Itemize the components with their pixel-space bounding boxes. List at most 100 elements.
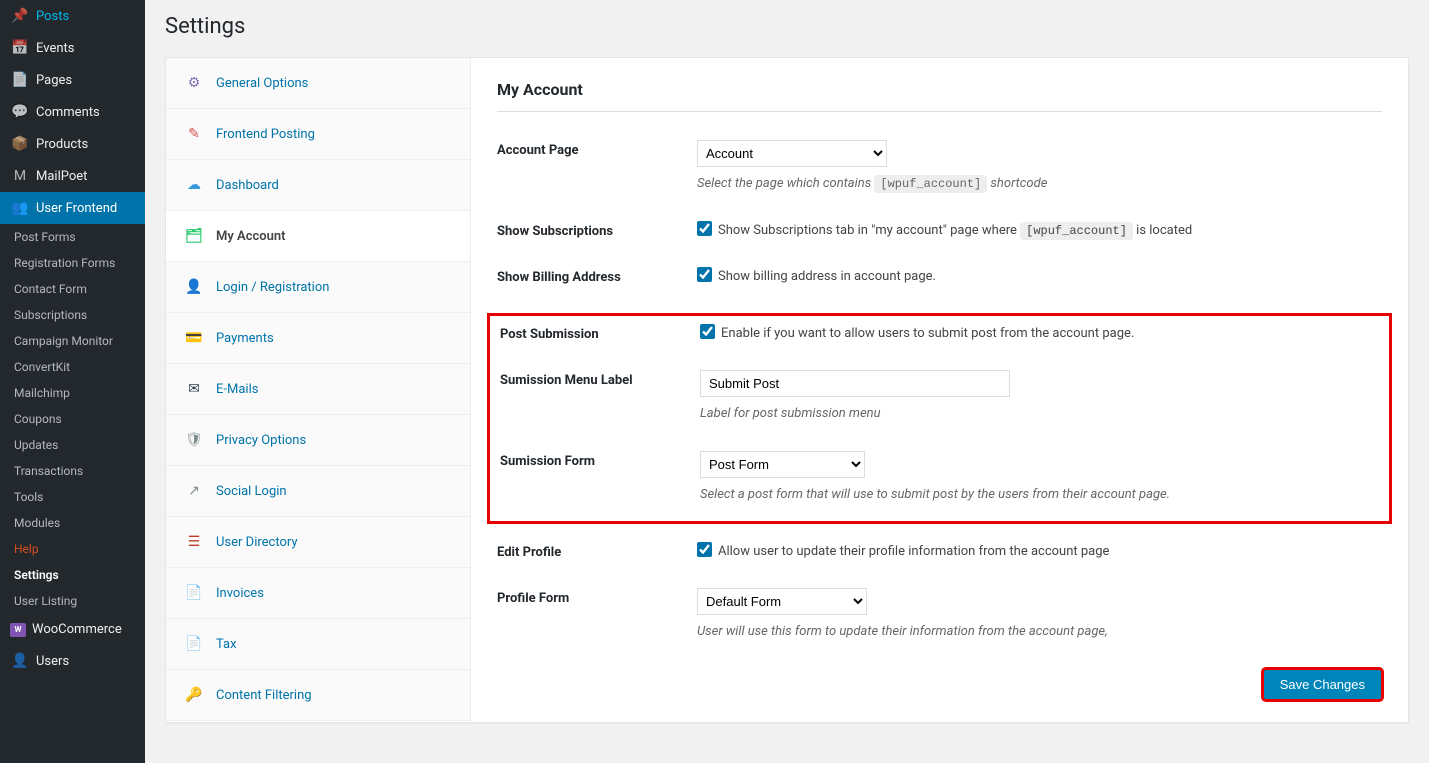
share-icon: ↗: [184, 483, 204, 499]
highlighted-section: Post Submission Enable if you want to al…: [487, 313, 1392, 523]
tab-label: General Options: [216, 76, 308, 91]
calendar-icon: 📅: [10, 40, 30, 56]
admin-sub-settings[interactable]: Settings: [0, 562, 145, 588]
file-icon: 📄: [184, 585, 204, 601]
tab-tax[interactable]: 📄Tax: [166, 619, 470, 670]
admin-sub-modules[interactable]: Modules: [0, 510, 145, 536]
admin-sidebar: 📌 Posts 📅 Events 📄Pages 💬 Comments 📦 Product…: [0, 0, 145, 763]
tab-label: Content Filtering: [216, 688, 312, 703]
user-icon: 👤: [184, 279, 204, 295]
section-title: My Account: [497, 80, 1382, 112]
admin-sub-help[interactable]: Help: [0, 536, 145, 562]
admin-menu-label: MailPoet: [36, 169, 87, 184]
tab-dashboard[interactable]: ☁ Dashboard: [166, 160, 470, 211]
submission-form-select[interactable]: Post Form: [700, 451, 865, 478]
admin-sub-campaign-monitor[interactable]: Campaign Monitor: [0, 328, 145, 354]
row-profile-form: Profile Form Default Form User will use …: [497, 588, 1382, 641]
show-subscriptions-checkbox[interactable]: [697, 221, 712, 236]
dashboard-icon: ☁: [184, 177, 204, 193]
shield-icon: 🛡: [184, 432, 204, 448]
profile-form-select[interactable]: Default Form: [697, 588, 867, 615]
admin-sub-convertkit[interactable]: ConvertKit: [0, 354, 145, 380]
tab-my-account[interactable]: 🗂My Account: [166, 211, 470, 262]
users-icon: 👤: [10, 653, 30, 669]
label-edit-profile: Edit Profile: [497, 542, 697, 560]
admin-menu-woocommerce[interactable]: WWooCommerce: [0, 614, 145, 645]
tab-label: E-Mails: [216, 382, 258, 397]
tab-privacy-options[interactable]: 🛡 Privacy Options: [166, 415, 470, 466]
edit-profile-checkbox[interactable]: [697, 542, 712, 557]
form-area: My Account Account Page Account Select t…: [471, 58, 1408, 722]
credit-card-icon: 💳: [184, 330, 204, 346]
tab-label: Privacy Options: [216, 433, 306, 448]
show-billing-label[interactable]: Show billing address in account page.: [697, 269, 936, 284]
code-shortcode: [wpuf_account]: [874, 175, 987, 193]
box-icon: 📦: [10, 136, 30, 152]
page-title: Settings: [165, 0, 1409, 57]
pin-icon: 📌: [10, 8, 30, 24]
tab-user-directory[interactable]: ☰ User Directory: [166, 517, 470, 568]
tab-login-registration[interactable]: 👤Login / Registration: [166, 262, 470, 313]
settings-tabs: ⚙General Options ✎ Frontend Posting ☁ Dash…: [166, 58, 471, 722]
tab-label: Dashboard: [216, 178, 279, 193]
mailpoet-icon: M: [10, 168, 30, 184]
admin-menu-products[interactable]: 📦 Products: [0, 128, 145, 160]
admin-menu-comments[interactable]: 💬 Comments: [0, 96, 145, 128]
tab-content-filtering[interactable]: 🔑 Content Filtering: [166, 670, 470, 721]
admin-menu-events[interactable]: 📅 Events: [0, 32, 145, 64]
admin-menu-label: Events: [36, 41, 74, 56]
post-submission-label[interactable]: Enable if you want to allow users to sub…: [700, 326, 1134, 341]
list-icon: ☰: [184, 534, 204, 550]
key-icon: 🔑: [184, 687, 204, 703]
admin-menu-users[interactable]: 👤Users: [0, 645, 145, 677]
admin-menu-mailpoet[interactable]: M MailPoet: [0, 160, 145, 192]
comment-icon: 💬: [10, 104, 30, 120]
submission-menu-label-desc: Label for post submission menu: [700, 405, 1379, 423]
tab-label: Frontend Posting: [216, 127, 315, 142]
tab-invoices[interactable]: 📄Invoices: [166, 568, 470, 619]
admin-sub-transactions[interactable]: Transactions: [0, 458, 145, 484]
tab-general-options[interactable]: ⚙General Options: [166, 58, 470, 109]
edit-icon: ✎: [184, 126, 204, 142]
row-account-page: Account Page Account Select the page whi…: [497, 140, 1382, 193]
admin-menu-pages[interactable]: 📄Pages: [0, 64, 145, 96]
show-subscriptions-label[interactable]: Show Subscriptions tab in "my account" p…: [697, 223, 1192, 238]
admin-sub-contact-form[interactable]: Contact Form: [0, 276, 145, 302]
admin-menu-label: Products: [36, 137, 88, 152]
code-shortcode: [wpuf_account]: [1020, 222, 1133, 240]
edit-profile-label[interactable]: Allow user to update their profile infor…: [697, 544, 1109, 559]
admin-sub-coupons[interactable]: Coupons: [0, 406, 145, 432]
label-profile-form: Profile Form: [497, 588, 697, 606]
submission-menu-label-input[interactable]: [700, 370, 1010, 397]
account-page-select[interactable]: Account: [697, 140, 887, 167]
admin-sub-updates[interactable]: Updates: [0, 432, 145, 458]
admin-sub-tools[interactable]: Tools: [0, 484, 145, 510]
admin-menu-user-frontend[interactable]: 👥User Frontend: [0, 192, 145, 224]
row-show-billing: Show Billing Address Show billing addres…: [497, 267, 1382, 285]
row-submission-menu-label: Sumission Menu Label Label for post subm…: [500, 370, 1379, 423]
tab-frontend-posting[interactable]: ✎ Frontend Posting: [166, 109, 470, 160]
account-page-desc: Select the page which contains [wpuf_acc…: [697, 175, 1382, 193]
admin-sub-subscriptions[interactable]: Subscriptions: [0, 302, 145, 328]
label-submission-form: Sumission Form: [500, 451, 700, 469]
save-changes-button[interactable]: Save Changes: [1263, 669, 1382, 700]
tab-label: User Directory: [216, 535, 298, 550]
show-billing-checkbox[interactable]: [697, 267, 712, 282]
post-submission-checkbox[interactable]: [700, 324, 715, 339]
tab-social-login[interactable]: ↗Social Login: [166, 466, 470, 517]
admin-sub-post-forms[interactable]: Post Forms: [0, 224, 145, 250]
admin-sub-registration-forms[interactable]: Registration Forms: [0, 250, 145, 276]
tab-payments[interactable]: 💳 Payments: [166, 313, 470, 364]
row-edit-profile: Edit Profile Allow user to update their …: [497, 542, 1382, 560]
admin-menu-label: Posts: [36, 9, 69, 24]
envelope-icon: ✉: [184, 381, 204, 397]
admin-sub-user-listing[interactable]: User Listing: [0, 588, 145, 614]
admin-menu-label: WooCommerce: [32, 622, 122, 637]
admin-menu-label: Comments: [36, 105, 100, 120]
admin-menu-label: Pages: [36, 73, 72, 88]
tab-emails[interactable]: ✉ E-Mails: [166, 364, 470, 415]
admin-sub-mailchimp[interactable]: Mailchimp: [0, 380, 145, 406]
file-icon: 📄: [184, 636, 204, 652]
tab-label: Payments: [216, 331, 274, 346]
admin-menu-posts[interactable]: 📌 Posts: [0, 0, 145, 32]
